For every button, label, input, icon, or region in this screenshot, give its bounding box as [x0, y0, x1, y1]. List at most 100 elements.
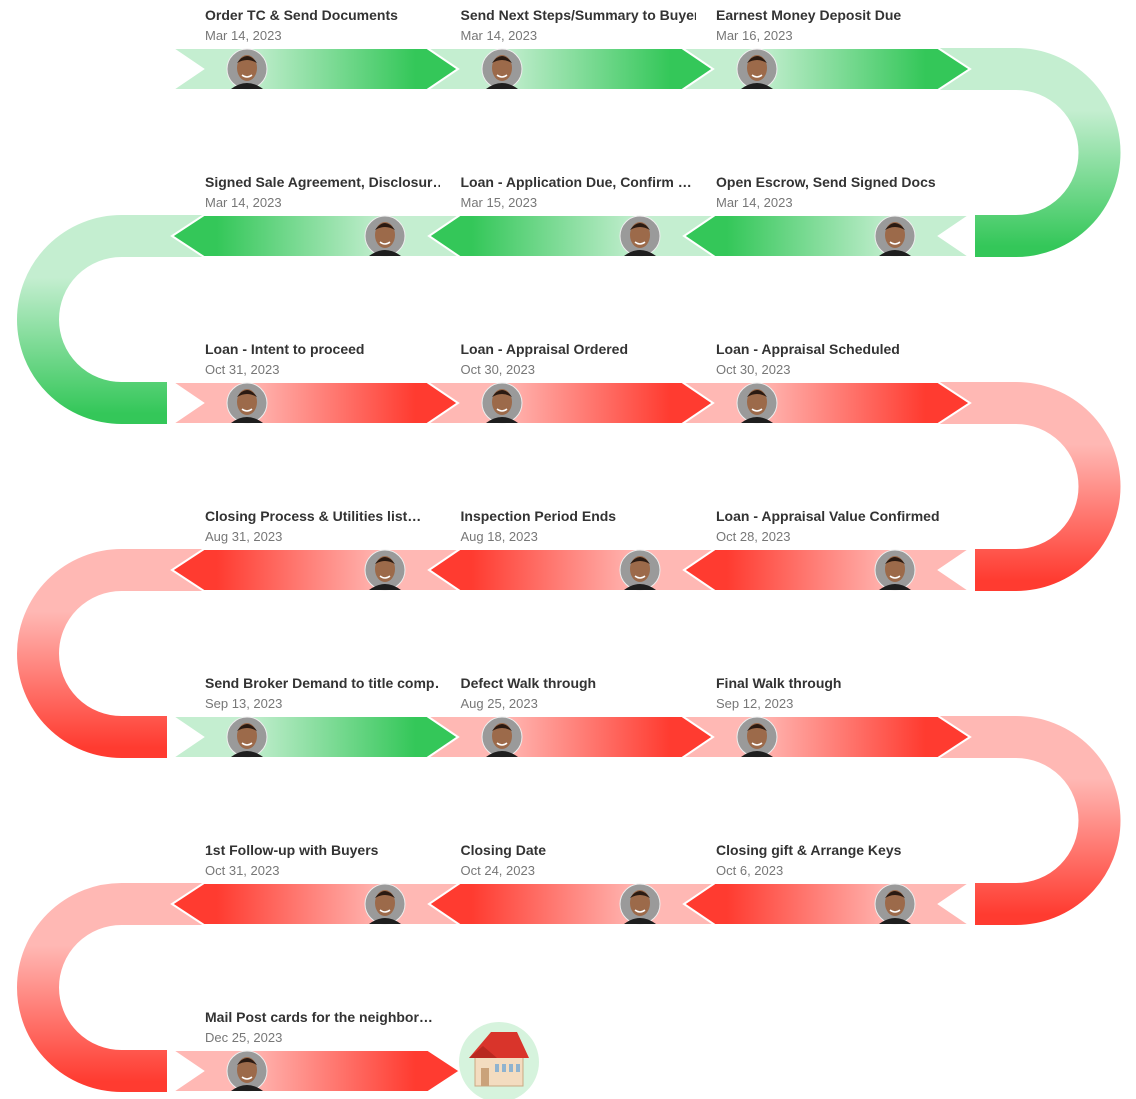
task-date: Mar 14, 2023	[205, 195, 282, 210]
task-title: Order TC & Send Documents	[205, 7, 398, 23]
task-label[interactable]: Closing Process & Utilities list… Aug 31,…	[205, 507, 440, 546]
task-segment[interactable]	[425, 548, 719, 592]
assignee-avatar[interactable]	[226, 716, 268, 758]
assignee-avatar[interactable]	[364, 215, 406, 257]
task-date: Oct 6, 2023	[716, 863, 784, 878]
assignee-avatar[interactable]	[736, 716, 778, 758]
task-date: Mar 16, 2023	[716, 28, 793, 43]
task-title: Loan - Intent to proceed	[205, 341, 365, 357]
task-date: Oct 30, 2023	[460, 362, 535, 377]
task-title: Closing Process & Utilities list…	[205, 508, 422, 524]
task-date: Oct 30, 2023	[716, 362, 791, 377]
task-date: Sep 12, 2023	[716, 696, 794, 711]
assignee-avatar[interactable]	[481, 716, 523, 758]
task-label[interactable]: Open Escrow, Send Signed Docs Mar 14, 202…	[716, 173, 951, 212]
assignee-avatar[interactable]	[736, 382, 778, 424]
assignee-avatar[interactable]	[619, 549, 661, 591]
assignee-avatar[interactable]	[736, 48, 778, 90]
assignee-avatar[interactable]	[481, 382, 523, 424]
task-label[interactable]: Mail Post cards for the neighbor… Dec 25,…	[205, 1008, 440, 1047]
task-date: Oct 24, 2023	[460, 863, 535, 878]
task-date: Oct 31, 2023	[205, 863, 280, 878]
task-segment[interactable]	[170, 214, 464, 258]
task-segment[interactable]	[425, 882, 719, 926]
task-segment[interactable]	[678, 47, 972, 91]
task-label[interactable]: Order TC & Send Documents Mar 14, 2023	[205, 6, 440, 45]
task-title: Earnest Money Deposit Due	[716, 7, 902, 23]
turn-right	[938, 48, 1121, 257]
task-segment[interactable]	[168, 715, 462, 759]
task-date: Oct 31, 2023	[205, 362, 280, 377]
task-label[interactable]: Loan - Appraisal Value Confirmed Oct 28, …	[716, 507, 951, 546]
task-segment[interactable]	[423, 715, 717, 759]
assignee-avatar[interactable]	[874, 549, 916, 591]
task-title: Loan - Appraisal Scheduled	[716, 341, 900, 357]
task-title: Closing gift & Arrange Keys	[716, 842, 902, 858]
assignee-avatar[interactable]	[364, 549, 406, 591]
turn-left	[17, 215, 204, 424]
task-label[interactable]: 1st Follow-up with Buyers Oct 31, 2023	[205, 841, 440, 880]
task-title: 1st Follow-up with Buyers	[205, 842, 379, 858]
task-label[interactable]: Loan - Intent to proceed Oct 31, 2023	[205, 340, 440, 379]
task-segment[interactable]	[678, 381, 972, 425]
task-title: Send Next Steps/Summary to Buyer…	[460, 7, 696, 23]
assignee-avatar[interactable]	[619, 215, 661, 257]
turn-right	[938, 716, 1121, 925]
task-date: Sep 13, 2023	[205, 696, 283, 711]
task-title: Defect Walk through	[460, 675, 597, 691]
task-segment[interactable]	[423, 381, 717, 425]
assignee-avatar[interactable]	[619, 883, 661, 925]
task-date: Oct 28, 2023	[716, 529, 791, 544]
task-segment[interactable]	[170, 882, 464, 926]
task-date: Dec 25, 2023	[205, 1030, 283, 1045]
task-date: Aug 18, 2023	[460, 529, 538, 544]
task-segment[interactable]	[680, 214, 974, 258]
timeline-road	[17, 47, 1121, 1099]
task-title: Loan - Appraisal Ordered	[460, 341, 629, 357]
task-segment[interactable]	[425, 214, 719, 258]
task-label[interactable]: Send Broker Demand to title comp… Sep 13,…	[205, 674, 440, 713]
assignee-avatar[interactable]	[874, 215, 916, 257]
task-segment[interactable]	[168, 47, 462, 91]
task-title: Open Escrow, Send Signed Docs	[716, 174, 936, 190]
assignee-avatar[interactable]	[481, 48, 523, 90]
task-segment[interactable]	[680, 548, 974, 592]
task-date: Mar 15, 2023	[460, 195, 538, 210]
house-icon	[459, 1022, 539, 1099]
assignee-avatar[interactable]	[364, 883, 406, 925]
task-label[interactable]: Defect Walk through Aug 25, 2023	[461, 674, 696, 713]
task-segment[interactable]	[168, 1049, 462, 1093]
task-title: Inspection Period Ends	[460, 508, 617, 524]
assignee-avatar[interactable]	[874, 883, 916, 925]
task-title: Send Broker Demand to title comp…	[205, 675, 440, 691]
task-title: Final Walk through	[716, 675, 842, 691]
task-segment[interactable]	[168, 381, 462, 425]
turn-left	[17, 549, 204, 758]
task-label[interactable]: Signed Sale Agreement, Disclosur… Mar 14,…	[205, 173, 440, 212]
turn-right	[938, 382, 1121, 591]
task-date: Mar 14, 2023	[716, 195, 793, 210]
task-label[interactable]: Closing gift & Arrange Keys Oct 6, 2023	[716, 841, 951, 880]
assignee-avatar[interactable]	[226, 1050, 268, 1092]
task-label[interactable]: Inspection Period Ends Aug 18, 2023	[461, 507, 696, 546]
task-segment[interactable]	[680, 882, 974, 926]
task-label[interactable]: Earnest Money Deposit Due Mar 16, 2023	[716, 6, 951, 45]
task-date: Aug 31, 2023	[205, 529, 283, 544]
assignee-avatar[interactable]	[226, 48, 268, 90]
task-title: Loan - Appraisal Value Confirmed	[716, 508, 940, 524]
turn-left	[17, 883, 204, 1092]
task-label[interactable]: Send Next Steps/Summary to Buyer… Mar 14,…	[461, 6, 696, 45]
task-date: Mar 14, 2023	[460, 28, 538, 43]
task-date: Aug 25, 2023	[460, 696, 538, 711]
task-label[interactable]: Loan - Appraisal Scheduled Oct 30, 2023	[716, 340, 951, 379]
assignee-avatar[interactable]	[226, 382, 268, 424]
task-segment[interactable]	[170, 548, 464, 592]
task-segment[interactable]	[423, 47, 717, 91]
task-label[interactable]: Final Walk through Sep 12, 2023	[716, 674, 951, 713]
task-label[interactable]: Loan - Application Due, Confirm … Mar 15,…	[461, 173, 696, 212]
task-title: Mail Post cards for the neighbor…	[205, 1009, 433, 1025]
task-label[interactable]: Loan - Appraisal Ordered Oct 30, 2023	[461, 340, 696, 379]
task-title: Closing Date	[460, 842, 547, 858]
task-label[interactable]: Closing Date Oct 24, 2023	[461, 841, 696, 880]
task-segment[interactable]	[678, 715, 972, 759]
